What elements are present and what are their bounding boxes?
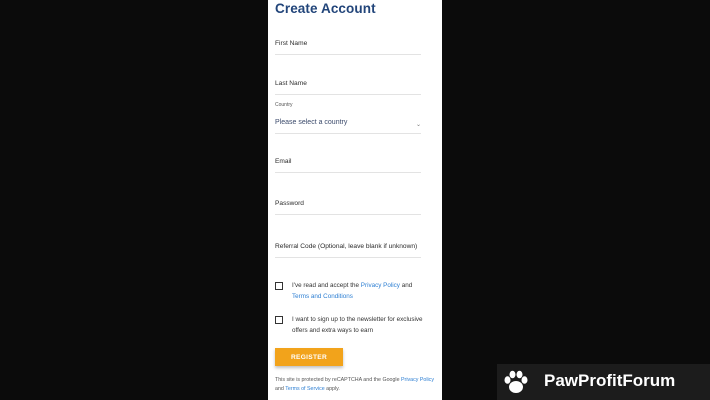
terms-and-conditions-link[interactable]: Terms and Conditions bbox=[292, 293, 353, 300]
google-privacy-policy-link[interactable]: Privacy Policy bbox=[401, 377, 434, 383]
country-label: Country bbox=[275, 102, 293, 108]
register-button[interactable]: REGISTER bbox=[275, 348, 343, 366]
terms-consent-text: I've read and accept the Privacy Policy … bbox=[292, 280, 424, 302]
email-field[interactable]: Email bbox=[275, 148, 421, 173]
recaptcha-text-mid: and bbox=[275, 386, 286, 392]
terms-text-mid: and bbox=[399, 282, 413, 289]
password-placeholder: Password bbox=[275, 200, 304, 207]
country-selected-value: Please select a country bbox=[275, 119, 348, 126]
newsletter-checkbox[interactable] bbox=[275, 316, 283, 324]
privacy-policy-link[interactable]: Privacy Policy bbox=[361, 282, 400, 289]
recaptcha-notice: This site is protected by reCAPTCHA and … bbox=[275, 376, 435, 394]
last-name-placeholder: Last Name bbox=[275, 80, 307, 87]
newsletter-consent-row: I want to sign up to the newsletter for … bbox=[275, 316, 423, 340]
page-title: Create Account bbox=[275, 1, 376, 16]
recaptcha-text-before: This site is protected by reCAPTCHA and … bbox=[275, 377, 402, 383]
brand-watermark: PawProfitForum bbox=[497, 364, 710, 400]
terms-consent-row: I've read and accept the Privacy Policy … bbox=[275, 282, 423, 306]
last-name-field[interactable]: Last Name bbox=[275, 70, 421, 95]
password-field[interactable]: Password bbox=[275, 190, 421, 215]
signup-panel: Create Account First Name Last Name Coun… bbox=[268, 0, 442, 400]
brand-name: PawProfitForum bbox=[544, 371, 676, 390]
paw-icon bbox=[504, 370, 528, 393]
first-name-field[interactable]: First Name bbox=[275, 30, 421, 55]
first-name-placeholder: First Name bbox=[275, 40, 308, 47]
terms-checkbox[interactable] bbox=[275, 282, 283, 290]
chevron-down-icon: ⌄ bbox=[415, 122, 421, 128]
referral-code-field[interactable]: Referral Code (Optional, leave blank if … bbox=[275, 233, 421, 258]
terms-text-before: I've read and accept the bbox=[292, 282, 361, 289]
google-terms-of-service-link[interactable]: Terms of Service bbox=[285, 386, 324, 392]
referral-code-placeholder: Referral Code (Optional, leave blank if … bbox=[275, 243, 418, 250]
recaptcha-text-after: apply. bbox=[324, 386, 340, 392]
email-placeholder: Email bbox=[275, 158, 292, 165]
newsletter-consent-text: I want to sign up to the newsletter for … bbox=[292, 316, 423, 334]
country-select[interactable]: Country Please select a country ⌄ bbox=[275, 102, 421, 134]
